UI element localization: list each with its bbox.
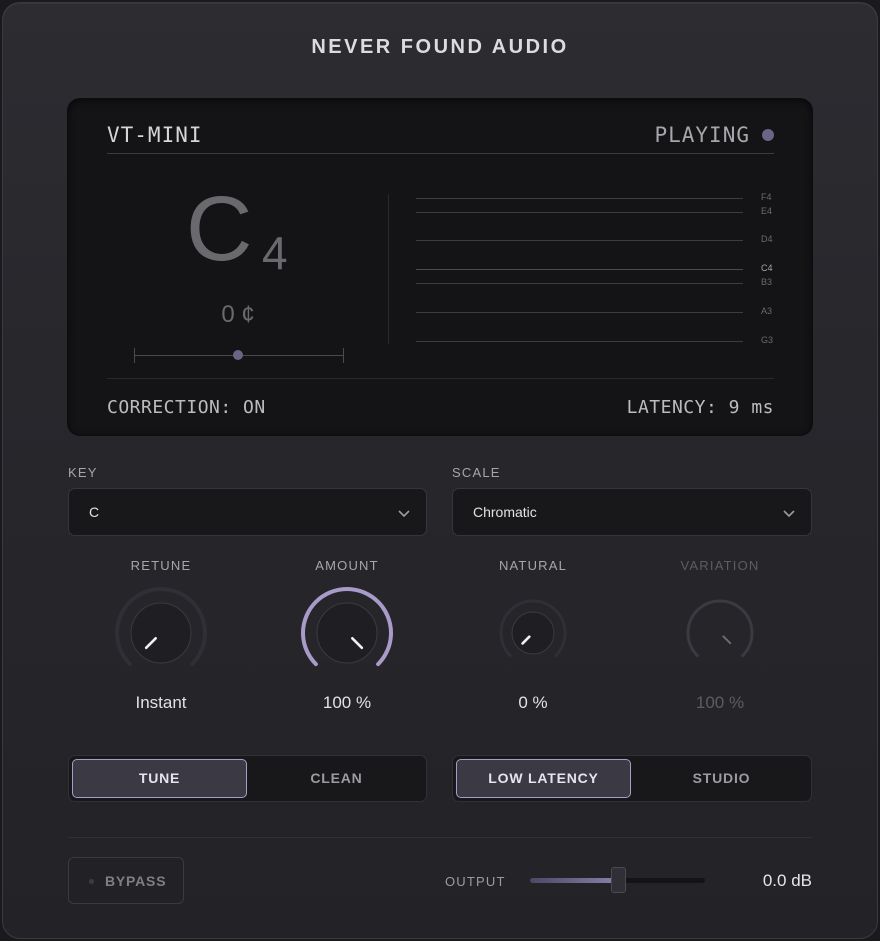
cents-meter-indicator [233, 350, 243, 360]
tuner-display: VT-MINI PLAYING C 4 0 ¢ F4 E4 D4 C4 B3 A… [68, 99, 812, 435]
scale-label: SCALE [452, 465, 501, 480]
amount-knob[interactable] [297, 583, 397, 683]
display-divider-top [107, 153, 774, 154]
pitch-line [416, 198, 743, 199]
output-label: OUTPUT [445, 874, 506, 889]
display-divider-bottom [107, 378, 774, 379]
cents-readout: 0 ¢ [221, 301, 255, 328]
scale-select-value: Chromatic [473, 504, 537, 520]
mode-clean-button[interactable]: CLEAN [249, 759, 424, 798]
bypass-label: BYPASS [105, 873, 167, 889]
mode-toggle: TUNE CLEAN [68, 755, 427, 802]
pitch-line [416, 283, 743, 284]
knob-track [686, 599, 754, 658]
output-slider-thumb[interactable] [610, 867, 626, 893]
correction-status: CORRECTION: ON [107, 397, 266, 418]
pitch-label: D4 [761, 234, 773, 244]
variation-knob[interactable] [670, 583, 770, 683]
pitch-graph: F4 E4 D4 C4 B3 A3 G3 [416, 192, 786, 354]
knob-pointer [722, 635, 732, 645]
retune-value: Instant [135, 693, 187, 712]
variation-value: 100 % [695, 693, 745, 712]
pitch-line [416, 240, 743, 241]
playback-status: PLAYING [654, 123, 750, 147]
variation-label: VARIATION [680, 558, 760, 573]
knob-cap [130, 602, 192, 664]
pitch-label: B3 [761, 277, 773, 287]
natural-label: NATURAL [498, 558, 568, 573]
retune-label: RETUNE [130, 558, 192, 573]
footer-divider [68, 837, 812, 838]
cents-meter-tick-right [343, 348, 344, 363]
chevron-down-icon [783, 510, 795, 518]
pitch-line [416, 312, 743, 313]
status-led-icon [762, 129, 774, 141]
bypass-led-icon [89, 879, 94, 884]
pitch-label: A3 [761, 306, 773, 316]
display-title: VT-MINI [107, 123, 203, 147]
scale-select[interactable]: Chromatic [452, 488, 812, 536]
retune-control: RETUNE Instant [66, 558, 256, 718]
pitch-label-active: C4 [761, 263, 773, 273]
latency-readout: LATENCY: 9 ms [626, 397, 774, 418]
key-select-value: C [89, 504, 100, 520]
pitch-line-active [416, 269, 743, 270]
brand-title: NEVER FOUND AUDIO [311, 36, 569, 58]
knob-cap [316, 602, 378, 664]
amount-control: AMOUNT 100 % [252, 558, 442, 718]
detected-note-octave: 4 [262, 227, 288, 279]
output-value: 0.0 dB [762, 871, 812, 890]
retune-knob[interactable] [111, 583, 211, 683]
pitch-label: G3 [761, 335, 774, 345]
detected-note-letter: C [186, 178, 253, 280]
studio-button[interactable]: STUDIO [634, 759, 809, 798]
amount-label: AMOUNT [315, 558, 379, 573]
latency-mode-toggle: LOW LATENCY STUDIO [452, 755, 812, 802]
pitch-label: F4 [761, 192, 772, 202]
pitch-line [416, 212, 743, 213]
low-latency-button[interactable]: LOW LATENCY [456, 759, 631, 798]
chevron-down-icon [398, 510, 410, 518]
natural-knob[interactable] [483, 583, 583, 683]
natural-value: 0 % [518, 693, 548, 712]
bypass-button[interactable]: BYPASS [68, 857, 184, 904]
key-label: KEY [68, 465, 98, 480]
natural-control: NATURAL 0 % [438, 558, 628, 718]
cents-meter-tick-left [134, 348, 135, 363]
amount-value: 100 % [322, 693, 372, 712]
pitch-label: E4 [761, 206, 773, 216]
pitch-line [416, 341, 743, 342]
variation-control: VARIATION 100 % [625, 558, 815, 718]
knob-cap [511, 611, 555, 655]
output-slider-fill [530, 878, 618, 883]
display-divider-vertical [388, 194, 389, 344]
key-select[interactable]: C [68, 488, 427, 536]
mode-tune-button[interactable]: TUNE [72, 759, 247, 798]
